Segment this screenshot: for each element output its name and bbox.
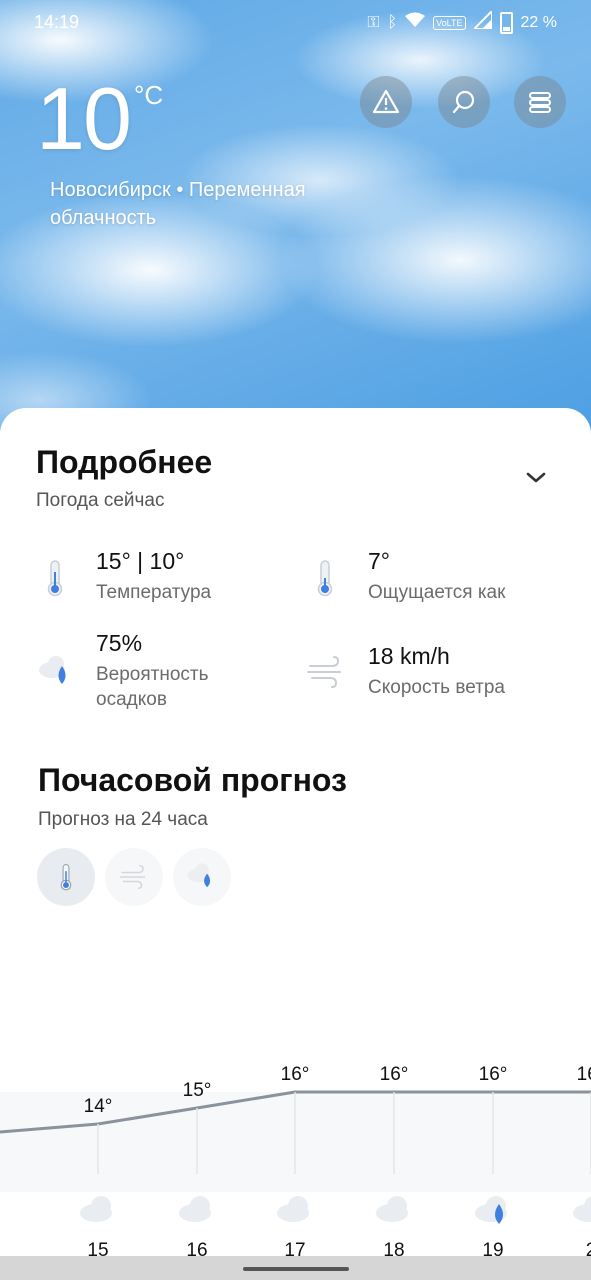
gesture-navbar: [0, 1256, 591, 1280]
sky-header: 14:19 ⚿ ᛒ VoLTE 22 % 10 °C Новосибирск •…: [0, 0, 591, 460]
cloud-icon: [277, 1196, 309, 1222]
thermometer-toggle-icon: [60, 863, 72, 891]
thermometer-feels-icon: [317, 560, 333, 597]
precip-value: 75%: [96, 630, 143, 656]
wind-icon: [307, 656, 341, 688]
toggle-wind[interactable]: [105, 848, 163, 906]
temp-unit: °C: [134, 80, 164, 110]
details-title: Подробнее: [36, 444, 213, 480]
wind-label: Скорость ветра: [368, 677, 505, 698]
hour-temp-label: 15°: [183, 1080, 212, 1101]
wind-toggle-icon: [119, 865, 146, 889]
volte-icon: VoLTE: [433, 16, 466, 30]
hourly-chart: 14°1515°1616°1716°1816°1916°2: [0, 1064, 591, 1260]
chevron-down-icon[interactable]: [524, 468, 548, 486]
hour-temp-label: 16°: [479, 1064, 508, 1085]
menu-button[interactable]: [514, 76, 566, 128]
warning-icon: [372, 89, 400, 114]
hour-temp-label: 16°: [577, 1064, 591, 1085]
cloud-rain-icon: [475, 1196, 507, 1224]
cloud-rain-icon: [39, 656, 66, 684]
status-time: 14:19: [34, 12, 80, 32]
toggle-temperature[interactable]: [37, 848, 95, 906]
status-icons: ⚿ ᛒ VoLTE 22 %: [367, 8, 557, 35]
wind-value: 18 km/h: [368, 643, 450, 669]
cloud-icon: [179, 1196, 211, 1222]
cloud-icon: [376, 1196, 408, 1222]
battery-percent: 22 %: [520, 14, 557, 31]
details-subtitle: Погода сейчас: [36, 490, 165, 511]
temperature-label: Температура: [96, 582, 212, 603]
toggle-precipitation[interactable]: [173, 848, 231, 906]
list-menu-icon: [529, 92, 551, 113]
current-temp: 10: [36, 69, 132, 168]
thermometer-icon: [47, 560, 63, 597]
feels-like-value: 7°: [368, 548, 390, 574]
precip-label: Вероятность осадков: [96, 664, 209, 710]
wifi-icon: [405, 12, 426, 34]
temperature-value: 15° | 10°: [96, 548, 185, 574]
hour-temp-label: 16°: [281, 1064, 310, 1085]
status-bar: 14:19 ⚿ ᛒ VoLTE 22 %: [0, 8, 591, 36]
cloud-icon: [80, 1196, 112, 1222]
gesture-pill[interactable]: [243, 1267, 349, 1271]
cloud-icon: [573, 1196, 591, 1222]
signal-icon: [471, 8, 493, 35]
cloud-rain-toggle-icon: [187, 863, 211, 888]
warning-button[interactable]: [360, 76, 412, 128]
vpn-key-icon: ⚿: [367, 14, 380, 31]
hour-temp-label: 14°: [84, 1096, 113, 1117]
hourly-title: Почасовой прогноз: [38, 762, 347, 798]
bluetooth-icon: ᛒ: [387, 14, 398, 31]
feels-like-label: Ощущается как: [368, 582, 506, 603]
location-condition: Новосибирск • Переменная облачность: [50, 179, 306, 229]
hourly-subtitle: Прогноз на 24 часа: [38, 809, 208, 830]
search-button[interactable]: [438, 76, 490, 128]
hour-temp-label: 16°: [380, 1064, 409, 1085]
battery-icon: [499, 12, 513, 34]
search-icon: [452, 90, 475, 114]
